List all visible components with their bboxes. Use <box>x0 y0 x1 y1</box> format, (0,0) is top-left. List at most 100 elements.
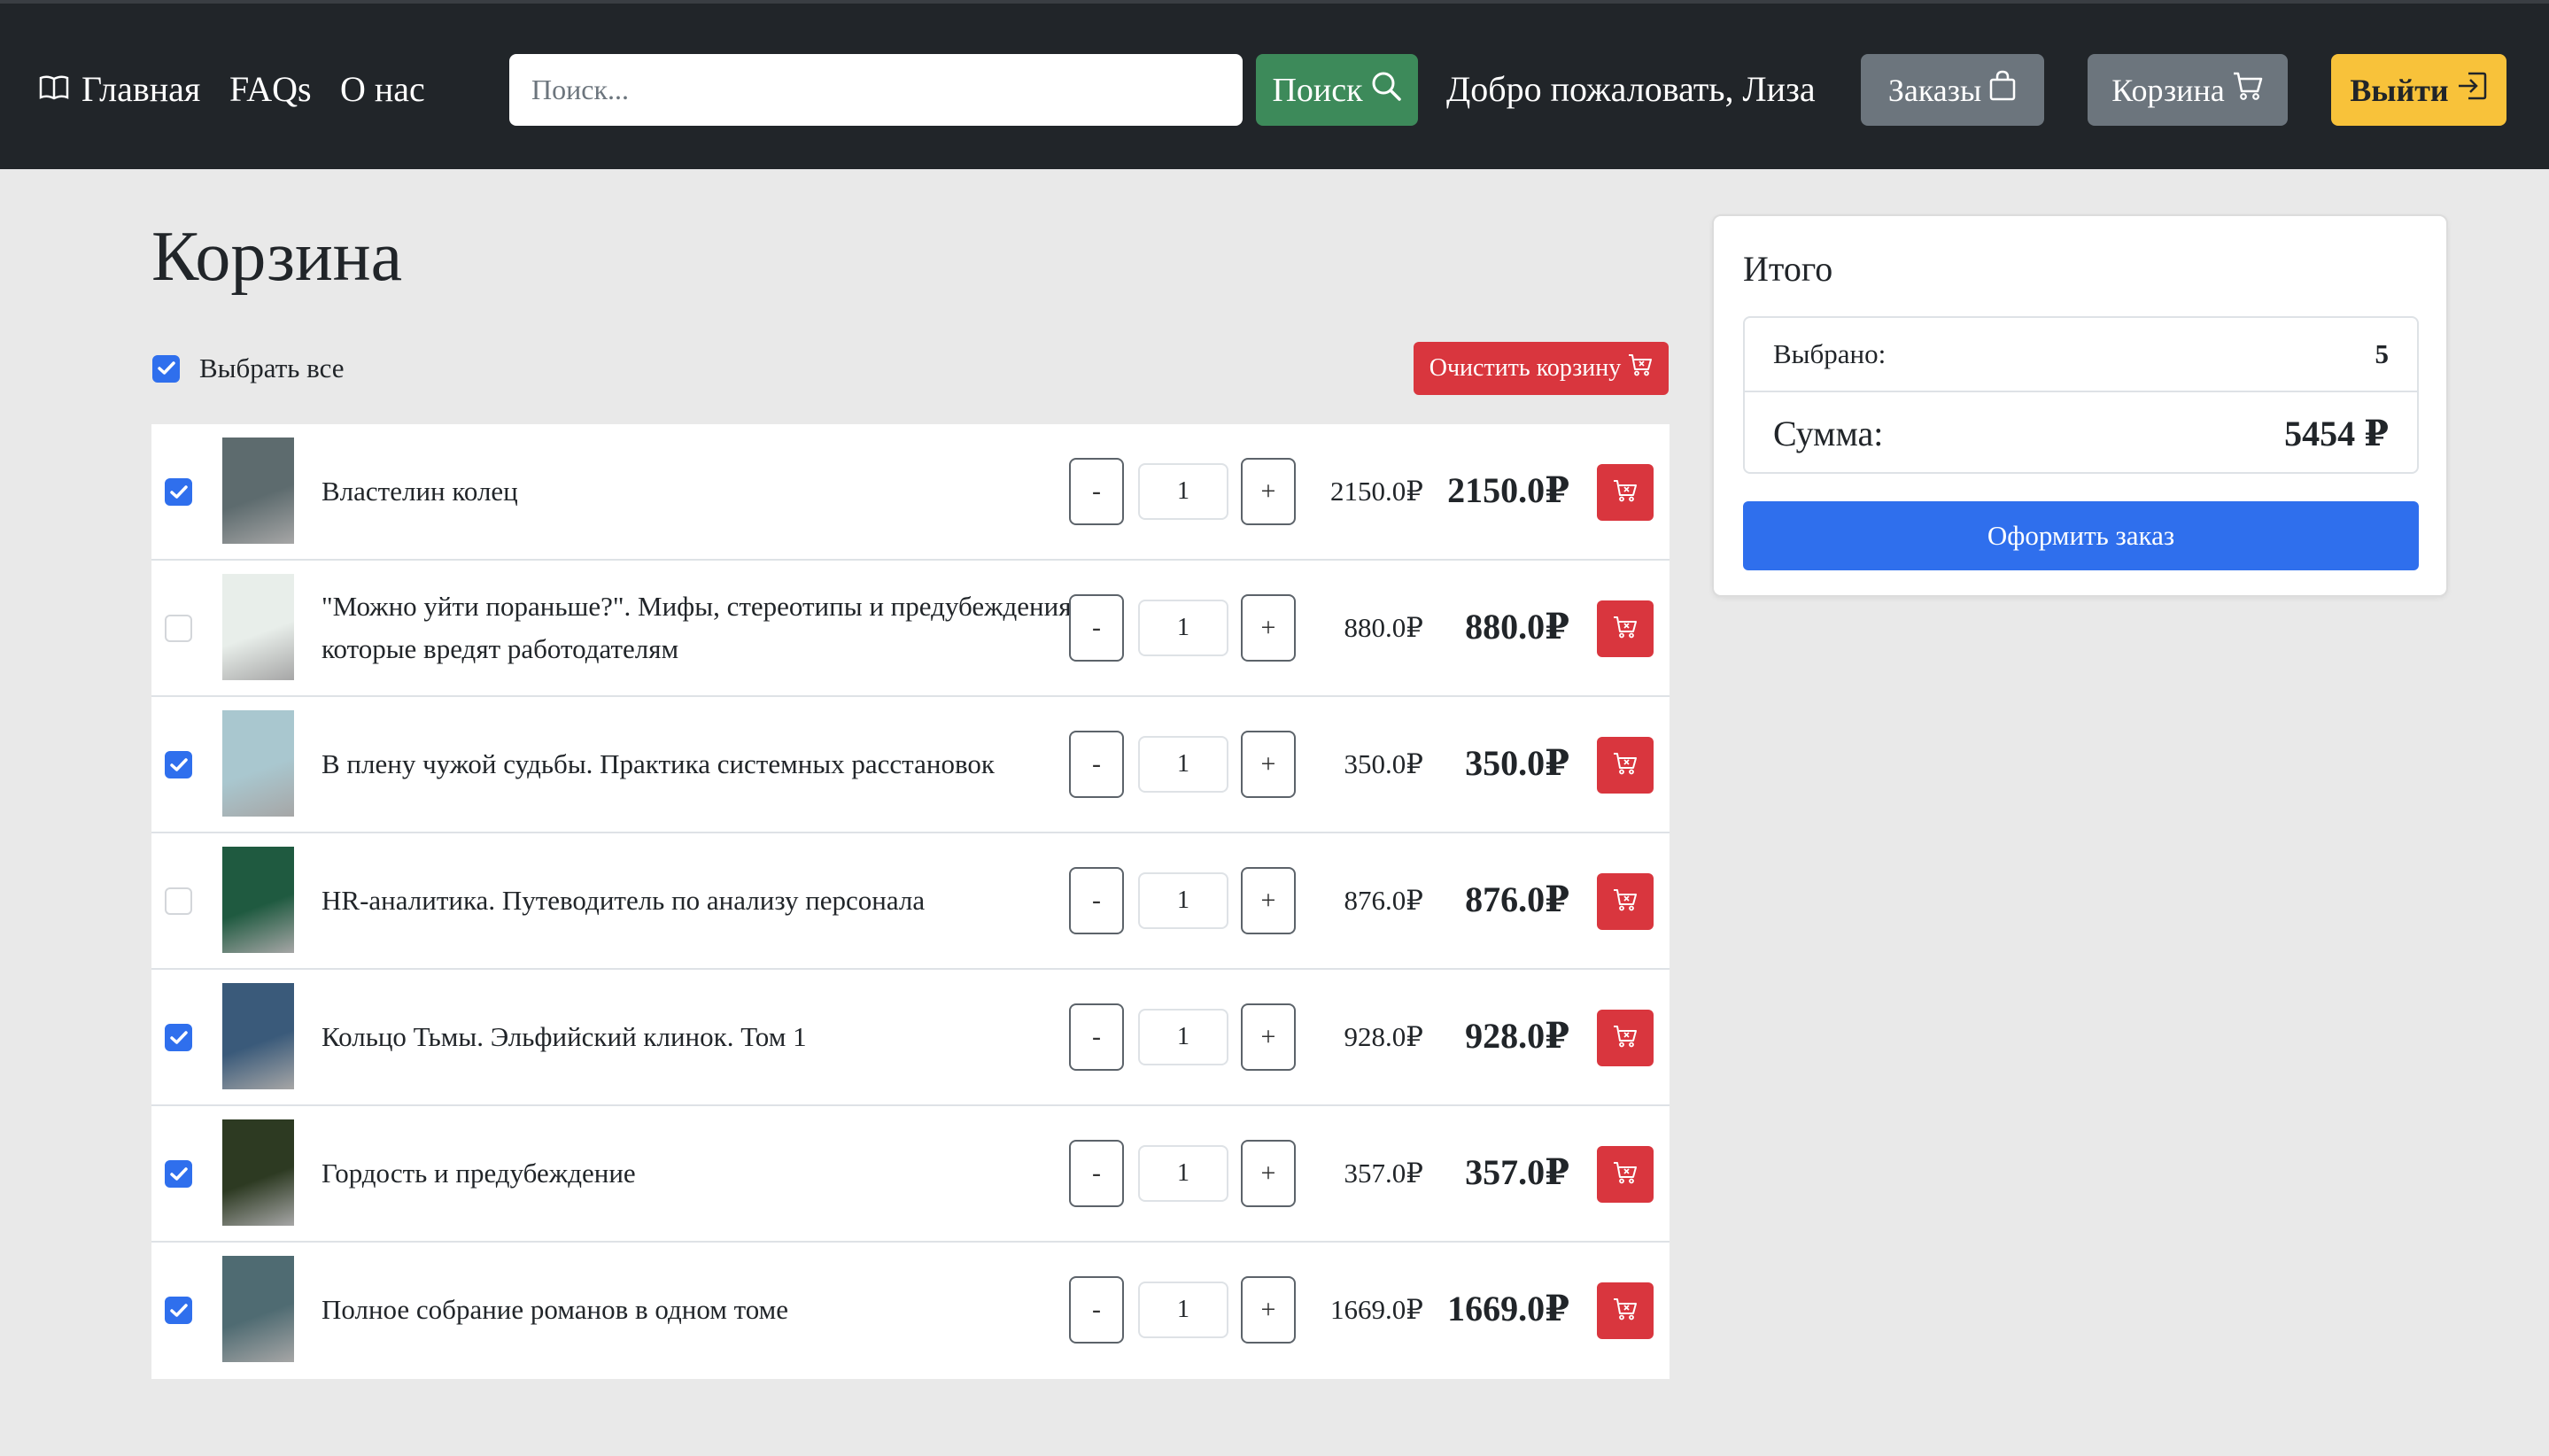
item-title[interactable]: "Можно уйти пораньше?". Мифы, стереотипы… <box>322 561 1101 695</box>
cart-item-row: "Можно уйти пораньше?". Мифы, стереотипы… <box>151 561 1670 697</box>
increase-qty-button[interactable]: + <box>1241 1003 1296 1071</box>
increase-qty-button[interactable]: + <box>1241 867 1296 934</box>
remove-item-button[interactable] <box>1597 600 1654 657</box>
item-checkbox[interactable] <box>165 1297 192 1324</box>
decrease-qty-button[interactable]: - <box>1069 458 1124 525</box>
navbar: Главная FAQs О нас Поиск Добро пожаловат… <box>0 0 2549 169</box>
decrease-qty-button[interactable]: - <box>1069 1276 1124 1344</box>
item-total-price: 928.0₽ <box>1465 1016 1569 1056</box>
remove-item-button[interactable] <box>1597 1282 1654 1339</box>
item-title[interactable]: В плену чужой судьбы. Практика системных… <box>322 697 1101 832</box>
item-checkbox[interactable] <box>165 1024 192 1051</box>
cart-x-icon <box>1613 1025 1638 1052</box>
search-input[interactable] <box>509 54 1243 126</box>
increase-qty-button[interactable]: + <box>1241 731 1296 798</box>
book-cover-image[interactable] <box>222 574 294 680</box>
book-cover-image[interactable] <box>222 710 294 817</box>
item-unit-price: 350.0₽ <box>1344 748 1423 779</box>
decrease-qty-button[interactable]: - <box>1069 1140 1124 1207</box>
item-unit-price: 357.0₽ <box>1344 1158 1423 1189</box>
increase-qty-button[interactable]: + <box>1241 1140 1296 1207</box>
orders-button-label: Заказы <box>1887 72 1982 108</box>
select-all-checkbox[interactable] <box>152 354 180 383</box>
qty-input[interactable] <box>1138 1009 1228 1065</box>
item-title[interactable]: HR-аналитика. Путеводитель по анализу пе… <box>322 833 1101 968</box>
summary-sum-row: Сумма: 5454 ₽ <box>1745 392 2417 474</box>
book-cover-image[interactable] <box>222 438 294 544</box>
cart-item-row: Властелин колец - + 2150.0₽ 2150.0₽ <box>151 424 1670 561</box>
checkout-button[interactable]: Оформить заказ <box>1743 501 2419 570</box>
select-all: Выбрать все <box>152 352 345 384</box>
decrease-qty-button[interactable]: - <box>1069 867 1124 934</box>
remove-item-button[interactable] <box>1597 873 1654 930</box>
item-total-price: 1669.0₽ <box>1447 1289 1569 1328</box>
qty-input[interactable] <box>1138 1282 1228 1338</box>
decrease-qty-button[interactable]: - <box>1069 1003 1124 1071</box>
increase-qty-button[interactable]: + <box>1241 1276 1296 1344</box>
item-total-price: 350.0₽ <box>1465 743 1569 783</box>
increase-qty-button[interactable]: + <box>1241 458 1296 525</box>
clear-cart-label: Очистить корзину <box>1429 354 1622 382</box>
cart-item-row: В плену чужой судьбы. Практика системных… <box>151 697 1670 833</box>
qty-input[interactable] <box>1138 600 1228 656</box>
nav-home-link[interactable]: Главная <box>39 67 200 112</box>
book-icon <box>39 67 69 112</box>
search-button-label: Поиск <box>1272 71 1363 109</box>
logout-icon <box>2456 71 2488 109</box>
cart-item-row: Гордость и предубеждение - + 357.0₽ 357.… <box>151 1106 1670 1243</box>
selected-label: Выбрано: <box>1773 338 1887 369</box>
qty-input[interactable] <box>1138 1145 1228 1202</box>
cart-x-icon <box>1613 752 1638 779</box>
qty-input[interactable] <box>1138 872 1228 929</box>
book-cover-image[interactable] <box>222 1256 294 1362</box>
item-unit-price: 876.0₽ <box>1344 885 1423 916</box>
item-checkbox[interactable] <box>165 751 192 778</box>
nav-faq-link[interactable]: FAQs <box>229 67 312 112</box>
select-all-label: Выбрать все <box>199 352 345 383</box>
summary-title: Итого <box>1743 249 1833 289</box>
qty-input[interactable] <box>1138 463 1228 520</box>
orders-button[interactable]: Заказы <box>1861 54 2044 126</box>
cart-x-icon <box>1628 353 1653 383</box>
cart-button-label: Корзина <box>2111 72 2225 108</box>
nav-home-label: Главная <box>81 69 201 109</box>
cart-x-icon <box>1613 1297 1638 1325</box>
item-checkbox[interactable] <box>165 478 192 506</box>
decrease-qty-button[interactable]: - <box>1069 731 1124 798</box>
cart-item-row: Полное собрание романов в одном томе - +… <box>151 1243 1670 1379</box>
item-unit-price: 928.0₽ <box>1344 1021 1423 1052</box>
summary-selected-row: Выбрано: 5 <box>1745 318 2417 392</box>
item-checkbox[interactable] <box>165 615 192 642</box>
remove-item-button[interactable] <box>1597 1146 1654 1203</box>
remove-item-button[interactable] <box>1597 464 1654 521</box>
item-title[interactable]: Гордость и предубеждение <box>322 1106 1101 1241</box>
logout-button[interactable]: Выйти <box>2331 54 2506 126</box>
item-checkbox[interactable] <box>165 887 192 915</box>
selected-count: 5 <box>2375 338 2390 369</box>
qty-input[interactable] <box>1138 736 1228 793</box>
item-unit-price: 1669.0₽ <box>1330 1294 1423 1325</box>
cart-item-row: HR-аналитика. Путеводитель по анализу пе… <box>151 833 1670 970</box>
remove-item-button[interactable] <box>1597 737 1654 794</box>
decrease-qty-button[interactable]: - <box>1069 594 1124 662</box>
book-cover-image[interactable] <box>222 1119 294 1226</box>
cart-x-icon <box>1613 888 1638 916</box>
clear-cart-button[interactable]: Очистить корзину <box>1414 342 1669 395</box>
item-title[interactable]: Полное собрание романов в одном томе <box>322 1243 1101 1377</box>
nav-about-link[interactable]: О нас <box>340 67 425 112</box>
item-total-price: 2150.0₽ <box>1447 470 1569 510</box>
remove-item-button[interactable] <box>1597 1010 1654 1066</box>
cart-x-icon <box>1613 616 1638 643</box>
cart-button[interactable]: Корзина <box>2088 54 2288 126</box>
welcome-text: Добро пожаловать, Лиза <box>1446 69 1816 109</box>
item-total-price: 357.0₽ <box>1465 1152 1569 1192</box>
item-checkbox[interactable] <box>165 1160 192 1188</box>
search-button[interactable]: Поиск <box>1256 54 1418 126</box>
item-title[interactable]: Властелин колец <box>322 424 1101 559</box>
book-cover-image[interactable] <box>222 847 294 953</box>
cart-x-icon <box>1613 1161 1638 1189</box>
book-cover-image[interactable] <box>222 983 294 1089</box>
item-title[interactable]: Кольцо Тьмы. Эльфийский клинок. Том 1 <box>322 970 1101 1104</box>
cart-item-row: Кольцо Тьмы. Эльфийский клинок. Том 1 - … <box>151 970 1670 1106</box>
increase-qty-button[interactable]: + <box>1241 594 1296 662</box>
